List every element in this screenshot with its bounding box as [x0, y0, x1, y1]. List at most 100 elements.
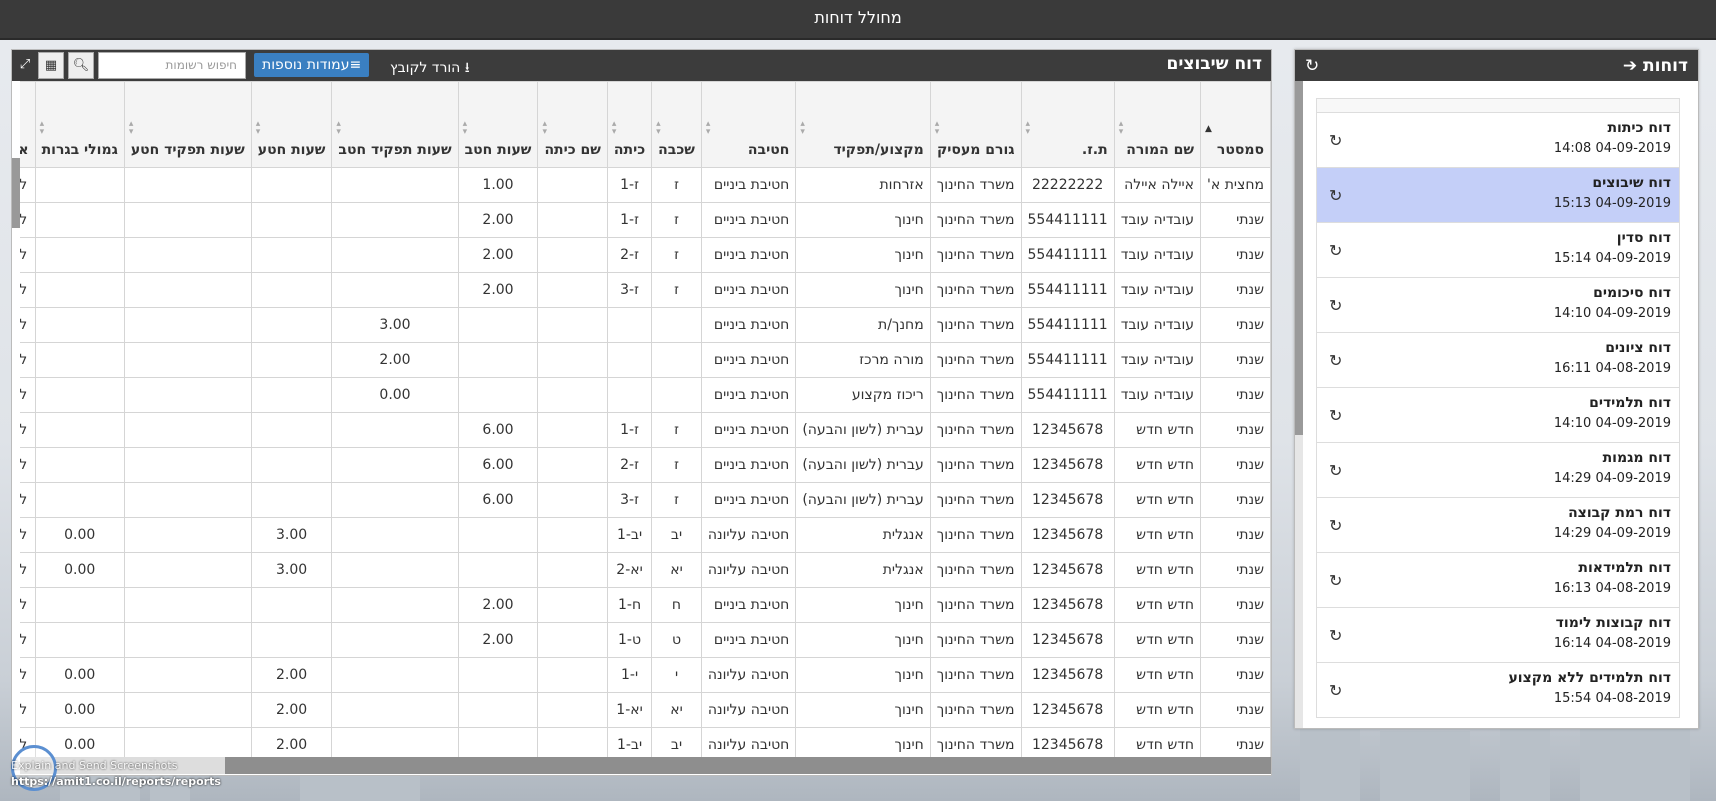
- table-cell: חדש חדש: [1113, 657, 1202, 693]
- column-header[interactable]: שעות תפקיד חטב ▴ ▾: [331, 81, 459, 168]
- table-row[interactable]: שנתי עובדיה עובד 554411111 משרד החינוך חינוך…: [20, 237, 1271, 273]
- column-header-label: אם: [20, 142, 29, 158]
- report-list-item[interactable]: דוח שיבוצים 15:13 04-09-2019 ↻: [1316, 168, 1680, 223]
- column-header[interactable]: סמסטר ▲: [1200, 81, 1271, 168]
- table-cell: [331, 412, 459, 448]
- expand-icon[interactable]: ⤢: [12, 52, 38, 79]
- reports-scrollbar[interactable]: [1295, 81, 1303, 728]
- column-header[interactable]: שעות חטע ▴ ▾: [250, 81, 333, 168]
- table-cell: [537, 377, 608, 413]
- table-cell: [331, 587, 459, 623]
- table-container: סמסטר ▲ שם המורה ▴ ▾ ת.ז. ▴ ▾ גורם מעסיק ▴ ▾ מקצוע/…: [20, 81, 1271, 757]
- sort-icon: ▴ ▾: [800, 119, 805, 137]
- table-cell: יא: [651, 692, 702, 728]
- table-cell: חטיבת ביניים: [700, 447, 797, 483]
- table-row[interactable]: שנתי עובדיה עובד 554411111 משרד החינוך ריכוז…: [20, 377, 1271, 413]
- table-row[interactable]: שנתי חדש חדש 12345678 משרד החינוך חינוך חטיבה…: [20, 727, 1271, 757]
- table-row[interactable]: שנתי חדש חדש 12345678 משרד החינוך חינוך חטיבה…: [20, 692, 1271, 728]
- refresh-icon[interactable]: ↻: [1329, 681, 1342, 700]
- table-cell: אנגלית: [795, 552, 931, 588]
- reports-panel-title[interactable]: דוחות ➔: [1623, 56, 1688, 76]
- table-row[interactable]: מחצית א' איילה איילה 22222222 משרד החינוך אז…: [20, 167, 1271, 203]
- column-header[interactable]: ת.ז. ▴ ▾: [1020, 81, 1115, 168]
- download-button[interactable]: ⭳ הורד לקובץ: [390, 57, 470, 81]
- report-list-item[interactable]: דוח סיכומים 14:10 04-09-2019 ↻: [1316, 278, 1680, 333]
- refresh-icon[interactable]: ↻: [1329, 571, 1342, 590]
- column-header-label: שעות חטב: [464, 142, 532, 158]
- report-list-item[interactable]: דוח קבוצות לימוד 16:14 04-08-2019 ↻: [1316, 608, 1680, 663]
- horizontal-scroll-thumb[interactable]: [225, 757, 1271, 774]
- report-list-item[interactable]: דוח סדין 15:14 04-09-2019 ↻: [1316, 223, 1680, 278]
- column-header[interactable]: גורם מעסיק ▴ ▾: [929, 81, 1022, 168]
- column-header[interactable]: אם▴▾: [20, 81, 36, 168]
- grid-icon[interactable]: ▦: [38, 52, 64, 79]
- table-cell: 2.00: [250, 727, 333, 757]
- search-icon[interactable]: 🔍︎: [68, 52, 94, 79]
- table-cell: עובדיה עובד: [1113, 237, 1202, 273]
- table-row[interactable]: שנתי עובדיה עובד 554411111 משרד החינוך מחנך/…: [20, 307, 1271, 343]
- table-cell: 12345678: [1020, 552, 1115, 588]
- refresh-icon[interactable]: ↻: [1329, 296, 1342, 315]
- table-cell: 2.00: [457, 237, 539, 273]
- refresh-icon[interactable]: ↻: [1329, 186, 1342, 205]
- refresh-icon[interactable]: ↻: [1329, 626, 1342, 645]
- table-cell: חדש חדש: [1113, 447, 1202, 483]
- column-header[interactable]: שעות תפקיד חטע ▴ ▾: [123, 81, 252, 168]
- refresh-icon[interactable]: ↻: [1329, 461, 1342, 480]
- sort-icon: ▴ ▾: [542, 119, 547, 137]
- sort-icon: ▴ ▾: [705, 119, 711, 137]
- table-row[interactable]: שנתי חדש חדש 12345678 משרד החינוך חינוך חטיבת…: [20, 622, 1271, 658]
- report-list-item[interactable]: דוח מגמות 14:29 04-09-2019 ↻: [1316, 443, 1680, 498]
- table-cell: חינוך: [795, 692, 931, 728]
- search-input[interactable]: חיפוש רשומות: [98, 52, 246, 79]
- sort-icon: ▴ ▾: [656, 119, 661, 137]
- refresh-icon[interactable]: ↻: [1329, 351, 1342, 370]
- table-cell: [250, 307, 333, 343]
- table-cell: [606, 307, 653, 343]
- table-cell: [250, 622, 333, 658]
- table-row[interactable]: שנתי חדש חדש 12345678 משרד החינוך חינוך חטיבת…: [20, 587, 1271, 623]
- vertical-scroll-indicator[interactable]: [12, 158, 20, 228]
- table-row[interactable]: שנתי חדש חדש 12345678 משרד החינוך אנגלית חטיב…: [20, 517, 1271, 553]
- column-header[interactable]: שכבה ▴ ▾: [651, 81, 702, 168]
- table-row[interactable]: שנתי חדש חדש 12345678 משרד החינוך אנגלית חטיב…: [20, 552, 1271, 588]
- table-cell: [250, 342, 333, 378]
- table-row[interactable]: שנתי חדש חדש 12345678 משרד החינוך עברית (לשו…: [20, 482, 1271, 518]
- column-header[interactable]: כיתה ▴ ▾: [606, 81, 653, 168]
- column-header-label: ת.ז.: [1081, 142, 1108, 158]
- table-row[interactable]: שנתי חדש חדש 12345678 משרד החינוך חינוך חטיבה…: [20, 657, 1271, 693]
- refresh-icon[interactable]: ↻: [1329, 406, 1342, 425]
- table-row[interactable]: שנתי עובדיה עובד 554411111 משרד החינוך חינוך…: [20, 202, 1271, 238]
- column-header[interactable]: שם המורה ▴ ▾: [1113, 81, 1202, 168]
- report-list-item[interactable]: דוח כיתות 14:08 04-09-2019 ↻: [1316, 113, 1680, 168]
- column-header[interactable]: גמולי בגרות ▴ ▾: [34, 81, 125, 168]
- report-date: 16:14 04-08-2019: [1553, 636, 1671, 651]
- column-header[interactable]: שם כיתה ▴ ▾: [537, 81, 608, 168]
- table-cell: חטיבת ביניים: [700, 342, 797, 378]
- refresh-icon[interactable]: ↻: [1305, 56, 1319, 76]
- table-cell: 12345678: [1020, 482, 1115, 518]
- report-list-item[interactable]: דוח תלמידים 14:10 04-09-2019 ↻: [1316, 388, 1680, 443]
- report-list-item[interactable]: דוח רמת קבוצה 14:29 04-09-2019 ↻: [1316, 498, 1680, 553]
- table-cell: [123, 657, 252, 693]
- column-header[interactable]: שעות חטב ▴ ▾: [457, 81, 539, 168]
- column-header[interactable]: מקצוע/תפקיד ▴ ▾: [795, 81, 931, 168]
- table-cell: שנתי: [1200, 517, 1271, 553]
- report-list-item[interactable]: דוח ציונים 16:11 04-08-2019 ↻: [1316, 333, 1680, 388]
- table-cell: ז: [651, 447, 702, 483]
- more-columns-button[interactable]: ≡עמודות נוספות: [254, 53, 370, 77]
- table-row[interactable]: שנתי עובדיה עובד 554411111 משרד החינוך חינוך…: [20, 272, 1271, 308]
- column-header[interactable]: חטיבה ▴ ▾: [700, 81, 797, 168]
- refresh-icon[interactable]: ↻: [1329, 131, 1342, 150]
- table-cell: [606, 377, 653, 413]
- report-list-item[interactable]: דוח תלמידים ללא מקצוע 15:54 04-08-2019 ↻: [1316, 663, 1680, 718]
- table-cell: שנתי: [1200, 692, 1271, 728]
- refresh-icon[interactable]: ↻: [1329, 516, 1342, 535]
- table-row[interactable]: שנתי חדש חדש 12345678 משרד החינוך עברית (לשו…: [20, 447, 1271, 483]
- refresh-icon[interactable]: ↻: [1329, 241, 1342, 260]
- table-row[interactable]: שנתי חדש חדש 12345678 משרד החינוך עברית (לשו…: [20, 412, 1271, 448]
- table-row[interactable]: שנתי עובדיה עובד 554411111 משרד החינוך מורה …: [20, 342, 1271, 378]
- report-name: דוח תלמידאות: [1578, 560, 1671, 576]
- table-cell: 12345678: [1020, 657, 1115, 693]
- report-list-item[interactable]: דוח תלמידאות 16:13 04-08-2019 ↻: [1316, 553, 1680, 608]
